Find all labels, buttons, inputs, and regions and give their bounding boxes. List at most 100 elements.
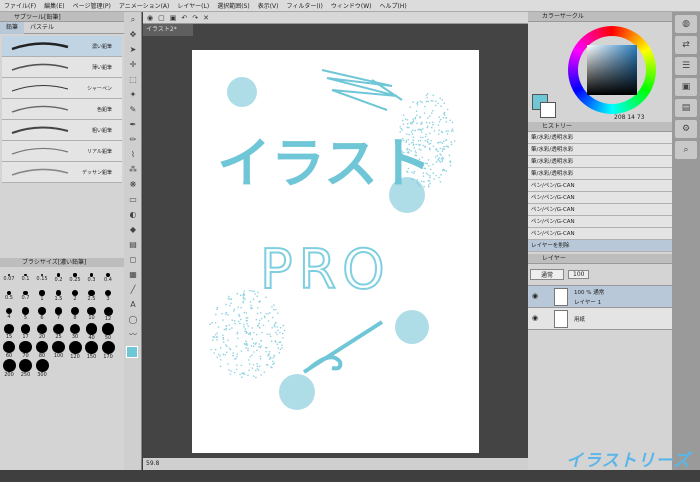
- brush-item[interactable]: デッサン鉛筆: [2, 162, 122, 183]
- size-cell[interactable]: 0.25: [68, 268, 82, 283]
- navigator-icon[interactable]: ▣: [675, 78, 697, 96]
- eyedropper-icon[interactable]: ✎: [125, 103, 141, 117]
- opacity-value[interactable]: 100: [568, 270, 590, 279]
- size-cell[interactable]: 3: [101, 286, 115, 302]
- history-item[interactable]: ペン/ペン/G-CAN: [528, 216, 672, 228]
- size-cell[interactable]: 15: [2, 322, 16, 340]
- brush-item[interactable]: 色鉛筆: [2, 99, 122, 120]
- pen-icon[interactable]: ✒: [125, 118, 141, 132]
- pencil-icon[interactable]: ✏: [125, 133, 141, 147]
- size-cell[interactable]: 10: [85, 304, 99, 321]
- history-item[interactable]: ペン/ペン/G-CAN: [528, 180, 672, 192]
- brush-item[interactable]: シャーペン: [2, 78, 122, 99]
- search-icon[interactable]: ⌕: [675, 141, 697, 159]
- size-cell[interactable]: 6: [35, 304, 49, 321]
- blend-mode-select[interactable]: 通常: [530, 269, 565, 280]
- correct-line-icon[interactable]: 〰: [125, 328, 141, 342]
- size-cell[interactable]: 5: [19, 304, 33, 321]
- selection-icon[interactable]: ⬚: [125, 73, 141, 87]
- save-icon[interactable]: ▣: [170, 14, 177, 22]
- canvas-paper[interactable]: イラスト PRO: [192, 50, 479, 453]
- history-item[interactable]: 筆/水彩/透明水彩: [528, 156, 672, 168]
- size-cell[interactable]: 150: [85, 340, 99, 360]
- history-item[interactable]: レイヤーを削除: [528, 240, 672, 252]
- layer-row[interactable]: ◉ 用紙: [528, 308, 672, 330]
- size-cell[interactable]: 0.2: [52, 268, 66, 283]
- menu-help[interactable]: ヘルプ(H): [375, 1, 410, 10]
- size-cell[interactable]: 0.5: [2, 286, 16, 301]
- menu-layer[interactable]: レイヤー(L): [173, 1, 213, 10]
- view-icon[interactable]: ◉: [147, 14, 153, 22]
- decoration-icon[interactable]: ❋: [125, 178, 141, 192]
- size-cell[interactable]: 70: [19, 340, 33, 359]
- history-item[interactable]: 筆/水彩/透明水彩: [528, 132, 672, 144]
- brush-item[interactable]: リアル鉛筆: [2, 141, 122, 162]
- history-item[interactable]: ペン/ペン/G-CAN: [528, 204, 672, 216]
- size-cell[interactable]: 12: [101, 304, 115, 322]
- new-icon[interactable]: ▢: [158, 14, 165, 22]
- menu-page[interactable]: ページ管理(P): [69, 1, 115, 10]
- size-cell[interactable]: 2: [68, 286, 82, 302]
- property-icon[interactable]: ⚙: [675, 120, 697, 138]
- eraser-icon[interactable]: ▭: [125, 193, 141, 207]
- size-cell[interactable]: 0.7: [19, 286, 33, 301]
- canvas-tab[interactable]: イラスト2*: [143, 24, 193, 36]
- eye-icon[interactable]: ◉: [532, 314, 538, 322]
- material-icon[interactable]: ▤: [675, 99, 697, 117]
- size-cell[interactable]: 0.07: [2, 268, 16, 282]
- size-cell[interactable]: 17: [19, 322, 33, 340]
- size-cell[interactable]: 40: [85, 322, 99, 341]
- main-color-swatch[interactable]: [126, 346, 138, 358]
- sub-color[interactable]: [540, 102, 556, 118]
- gradient-icon[interactable]: ▤: [125, 238, 141, 252]
- zoom-value[interactable]: 59.8: [146, 460, 159, 467]
- move-layer-icon[interactable]: ✛: [125, 58, 141, 72]
- size-cell[interactable]: 50: [101, 322, 115, 341]
- balloon-icon[interactable]: ◯: [125, 313, 141, 327]
- fill-icon[interactable]: ◆: [125, 223, 141, 237]
- brush-item[interactable]: 粗い鉛筆: [2, 120, 122, 141]
- history-item[interactable]: 筆/水彩/透明水彩: [528, 144, 672, 156]
- airbrush-icon[interactable]: ⁂: [125, 163, 141, 177]
- size-cell[interactable]: 20: [35, 322, 49, 340]
- size-cell[interactable]: 1: [35, 286, 49, 302]
- figure-icon[interactable]: ◻: [125, 253, 141, 267]
- eye-icon[interactable]: ◉: [532, 292, 538, 300]
- brush-icon[interactable]: ⌇: [125, 148, 141, 162]
- size-cell[interactable]: 0.4: [101, 268, 115, 283]
- clear-icon[interactable]: ✕: [203, 14, 209, 22]
- history-item[interactable]: 筆/水彩/透明水彩: [528, 168, 672, 180]
- redo-icon[interactable]: ↷: [192, 14, 198, 22]
- size-cell[interactable]: 30: [68, 322, 82, 340]
- size-cell[interactable]: 25: [52, 322, 66, 340]
- auto-select-icon[interactable]: ✦: [125, 88, 141, 102]
- tab-pencil[interactable]: 鉛筆: [0, 21, 25, 34]
- size-cell[interactable]: 60: [2, 340, 16, 359]
- layer-icon[interactable]: ☰: [675, 57, 697, 75]
- frame-icon[interactable]: ▦: [125, 268, 141, 282]
- size-cell[interactable]: 100: [52, 340, 66, 359]
- size-cell[interactable]: 200: [2, 358, 16, 378]
- history-item[interactable]: ペン/ペン/G-CAN: [528, 228, 672, 240]
- history-item[interactable]: ペン/ペン/G-CAN: [528, 192, 672, 204]
- swap-icon[interactable]: ⇄: [675, 36, 697, 54]
- color-wheel-area[interactable]: 208 14 73: [528, 22, 672, 122]
- size-cell[interactable]: 1.5: [52, 286, 66, 302]
- brush-item[interactable]: 濃い鉛筆: [2, 36, 122, 57]
- size-cell[interactable]: 170: [101, 340, 115, 360]
- size-cell[interactable]: 300: [35, 358, 49, 378]
- menu-animation[interactable]: アニメーション(A): [115, 1, 174, 10]
- operation-icon[interactable]: ➤: [125, 43, 141, 57]
- saturation-box[interactable]: [587, 45, 637, 95]
- size-cell[interactable]: 80: [35, 340, 49, 359]
- color-wheel-icon[interactable]: ◍: [675, 15, 697, 33]
- tab-pastel[interactable]: パステル: [24, 22, 60, 34]
- move-icon[interactable]: ✥: [125, 28, 141, 42]
- size-cell[interactable]: 0.1: [19, 268, 33, 282]
- zoom-icon[interactable]: ⌕: [125, 13, 141, 27]
- size-cell[interactable]: 120: [68, 340, 82, 360]
- brush-item[interactable]: 薄い鉛筆: [2, 57, 122, 78]
- menu-view[interactable]: 表示(V): [254, 1, 283, 10]
- size-cell[interactable]: 2.5: [85, 286, 99, 302]
- text-icon[interactable]: A: [125, 298, 141, 312]
